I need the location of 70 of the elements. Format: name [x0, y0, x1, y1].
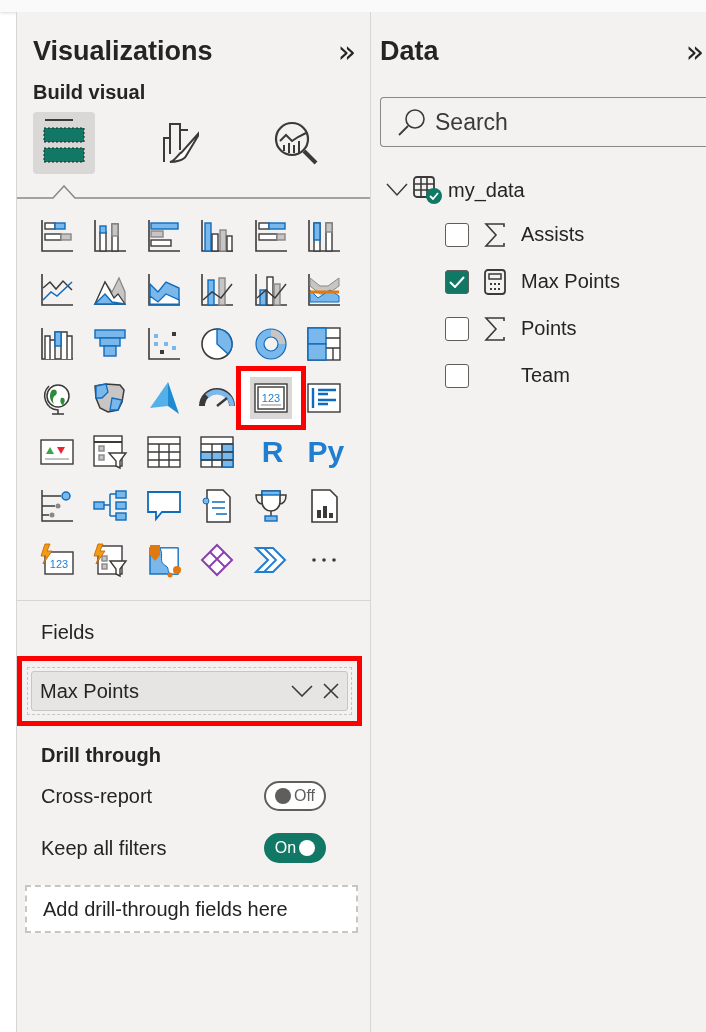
line-column-chart-icon: [199, 272, 236, 308]
collapse-button[interactable]: »: [685, 36, 704, 67]
field-name: Max Points: [40, 679, 140, 703]
clustered-bar-chart-icon: [145, 218, 182, 254]
analytics-icon: [272, 119, 320, 167]
waterfall-chart-icon: [39, 326, 75, 362]
stacked-area-chart-icon: [145, 272, 182, 308]
section-title: Drill through: [40, 743, 162, 767]
section-title: Build visual: [32, 80, 147, 104]
stacked-bar-chart-icon: [39, 218, 75, 254]
python-visual-button[interactable]: Py: [305, 432, 346, 472]
checkbox[interactable]: [445, 269, 469, 294]
table-icon: [145, 434, 182, 470]
sigma-icon: [484, 316, 506, 341]
treemap-icon: [305, 326, 342, 362]
table-icon: [412, 175, 444, 205]
pie-chart-icon: [199, 326, 236, 362]
chevron-down-icon: [291, 685, 313, 697]
search-icon: [397, 107, 427, 137]
toggle-switch[interactable]: Off: [264, 781, 326, 811]
card-icon: 123: [252, 380, 289, 416]
calculator-icon: [484, 268, 506, 295]
diamond-icon: [199, 542, 236, 578]
trophy-icon: [252, 488, 289, 524]
more-icon: [309, 557, 338, 563]
field-name[interactable]: Team: [521, 364, 570, 387]
visual-button[interactable]: 123: [235, 366, 306, 430]
stacked-column-chart-icon: [92, 218, 129, 254]
lightning-slicer-icon: [92, 542, 129, 578]
field-pill[interactable]: Max Points: [31, 671, 348, 711]
checkbox[interactable]: [445, 222, 469, 247]
dropdown-button[interactable]: [291, 685, 313, 697]
paintbrush-icon: [160, 120, 200, 166]
influencers-icon: [39, 488, 75, 524]
field-name[interactable]: Max Points: [521, 270, 620, 293]
option-label: Keep all filters: [41, 836, 167, 860]
sigma-icon: [484, 222, 506, 247]
option-label: Cross-report: [41, 784, 153, 808]
panel-title: Visualizations: [33, 36, 213, 67]
field-name[interactable]: Assists: [521, 223, 585, 246]
toggle-switch[interactable]: On: [264, 833, 326, 863]
matrix-icon: [199, 434, 236, 470]
field-name[interactable]: Points: [521, 317, 577, 340]
multi-row-card-icon: [305, 380, 342, 416]
slicer-icon: [92, 434, 129, 470]
checkbox[interactable]: [445, 316, 469, 341]
tree-icon: [92, 488, 129, 524]
ribbon-chart-icon: [305, 272, 342, 308]
check-icon: [449, 275, 465, 288]
line-chart-icon: [39, 272, 75, 308]
speech-bubble-icon: [145, 488, 182, 524]
section-label: Fields: [40, 621, 96, 644]
scatter-chart-icon: [145, 326, 182, 362]
table-name[interactable]: my_data: [448, 178, 525, 202]
drop-zone[interactable]: Add drill-through fields here: [25, 885, 358, 933]
donut-chart-icon: [252, 326, 289, 362]
pane-tab[interactable]: [33, 112, 95, 174]
remove-button[interactable]: [323, 683, 339, 699]
chevron-down-icon[interactable]: [386, 183, 408, 197]
line-clustered-chart-icon: [252, 272, 289, 308]
search-field[interactable]: Search: [380, 97, 706, 147]
checkbox[interactable]: [445, 363, 469, 388]
bar-chart-icon: [252, 218, 289, 254]
visual-button[interactable]: 123: [37, 540, 77, 580]
close-icon: [323, 683, 339, 699]
collapse-button[interactable]: »: [337, 36, 356, 67]
column-chart-icon: [199, 218, 236, 254]
r-visual-button[interactable]: R: [252, 432, 293, 472]
full-column-chart-icon: [305, 218, 342, 254]
panel-title: Data: [380, 36, 439, 67]
